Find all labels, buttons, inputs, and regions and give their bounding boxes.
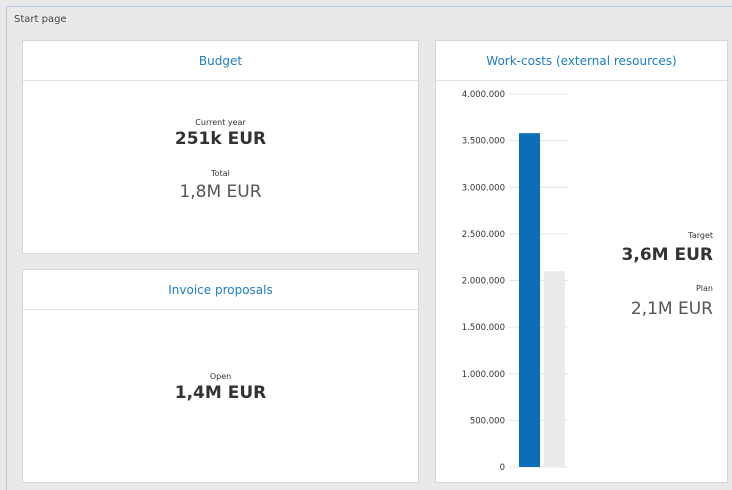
open-label: Open — [209, 372, 232, 381]
bar-plan[interactable] — [544, 271, 565, 467]
y-tick-label: 500.000 — [470, 416, 505, 426]
work-costs-chart: 0 500.000 1.000.000 1.500.000 2.000.000 2.500… — [462, 90, 568, 473]
plan-label: Plan — [695, 284, 713, 293]
current-year-value: 251k EUR — [174, 129, 267, 149]
plan-value: 2,1M EUR — [630, 299, 713, 319]
invoice-proposals-title: Invoice proposals — [23, 270, 418, 310]
y-tick-label: 2.000.000 — [462, 277, 505, 287]
open-value: 1,4M EUR — [174, 383, 267, 403]
y-tick-label: 1.500.000 — [462, 323, 505, 333]
target-label: Target — [688, 231, 713, 240]
y-tick-label: 4.000.000 — [462, 90, 505, 100]
total-value: 1,8M EUR — [179, 182, 262, 202]
invoice-proposals-card: Invoice proposals Open 1,4M EUR — [22, 269, 419, 483]
y-tick-label: 3.500.000 — [462, 137, 505, 147]
total-label: Total — [211, 169, 230, 178]
page-title: Start page — [14, 14, 67, 25]
work-costs-card: Work-costs (external resources) 0 500.000… — [435, 40, 728, 483]
y-tick-label: 3.000.000 — [462, 183, 505, 193]
budget-card: Budget Current year 251k EUR Total 1,8M … — [22, 40, 419, 254]
y-tick-label: 1.000.000 — [462, 370, 505, 380]
bar-target[interactable] — [519, 133, 540, 467]
work-costs-title: Work-costs (external resources) — [436, 41, 727, 81]
y-tick-label: 0 — [500, 463, 505, 473]
budget-card-title: Budget — [23, 41, 418, 81]
current-year-label: Current year — [195, 118, 246, 127]
target-value: 3,6M EUR — [621, 245, 713, 265]
y-tick-label: 2.500.000 — [462, 230, 505, 240]
